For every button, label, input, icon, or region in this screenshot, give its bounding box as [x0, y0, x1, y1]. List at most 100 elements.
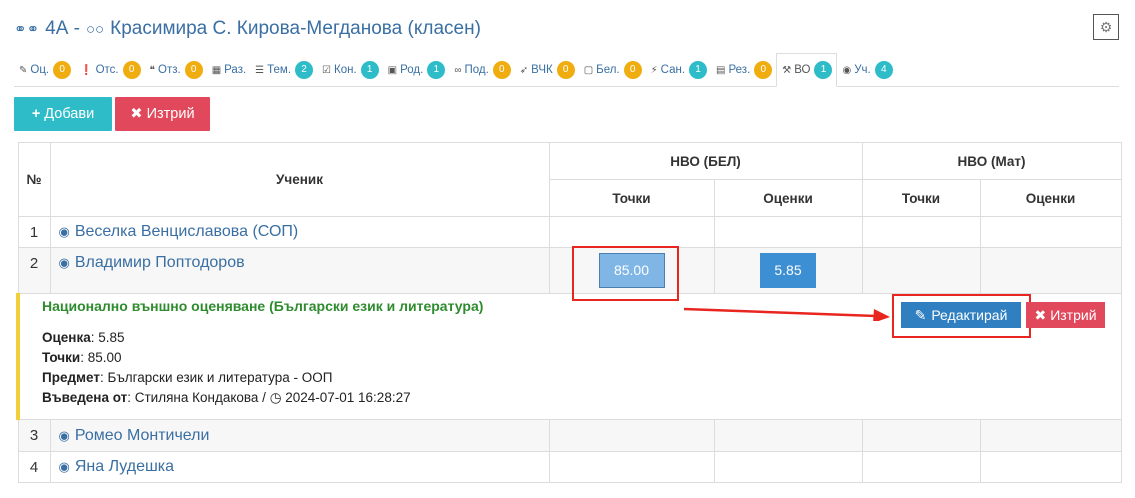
tab-1[interactable]: ❗ Отс. 0 [75, 54, 144, 86]
delete-button[interactable]: ✖ Изтрий [115, 97, 210, 131]
close-icon: ✖ [130, 106, 143, 122]
tab-label: Отс. [95, 64, 119, 76]
tab-6[interactable]: ▣ Род. 1 [383, 54, 450, 86]
detail-entered-by: Въведена от: Стиляна Кондакова / ◷ 2024-… [42, 388, 1121, 408]
table-row: 2 ◉ Владимир Поптодоров 85.00 5.85 [17, 247, 1122, 294]
table-row: 3 ◉ Ромео Монтичели [17, 419, 1122, 452]
pencil-icon: ✎ [19, 64, 28, 76]
tab-8[interactable]: ➶ ВЧК 0 [515, 54, 579, 86]
document-icon: ▤ [716, 64, 726, 76]
delete-entry-label: Изтрий [1050, 307, 1097, 323]
tab-10[interactable]: ⚡ Сан. 1 [646, 54, 711, 86]
tab-label: Бел. [596, 64, 620, 76]
edit-button[interactable]: ✎ Редактирай [901, 302, 1021, 328]
tab-label: ВО [794, 64, 811, 76]
edit-icon: ✎ [914, 306, 927, 323]
tab-count-badge: 0 [492, 61, 511, 79]
tab-count-badge: 1 [814, 61, 833, 79]
tab-count-badge: 1 [427, 61, 446, 79]
student-name: Яна Лудешка [74, 458, 175, 475]
detail-points-value: : 85.00 [80, 349, 122, 365]
mat-grade-cell[interactable] [979, 247, 1122, 294]
col-num: № [17, 142, 51, 217]
bel-points-cell[interactable] [548, 451, 715, 483]
tab-12[interactable]: ⚒ ВО 1 [776, 53, 838, 87]
detail-grade-label: Оценка [42, 329, 91, 345]
tab-7[interactable]: ∞ Под. 0 [449, 54, 514, 86]
settings-button[interactable]: ⚙ [1093, 14, 1119, 40]
col-group-bel: НВО (БЕЛ) [548, 142, 863, 180]
tab-label: Оц. [30, 64, 50, 76]
tab-5[interactable]: ☑ Кон. 1 [317, 54, 383, 86]
tab-label: Тем. [267, 64, 292, 76]
group-icon: ⚭⚭ [14, 21, 40, 38]
tab-9[interactable]: ▢ Бел. 0 [579, 54, 646, 86]
col-group-mat: НВО (Мат) [861, 142, 1122, 180]
detail-timestamp: 2024-07-01 16:28:27 [285, 389, 411, 405]
bel-points-cell[interactable] [548, 419, 715, 452]
row-number: 3 [17, 419, 51, 452]
tab-label: Род. [400, 64, 424, 76]
tab-0[interactable]: ✎ Оц. 0 [14, 54, 75, 86]
bel-points-cell[interactable] [548, 216, 715, 248]
delete-button-label: Изтрий [146, 106, 195, 122]
bel-grade-cell[interactable] [713, 216, 863, 248]
tab-count-badge: 0 [556, 61, 575, 79]
mat-grade-cell[interactable] [979, 419, 1122, 452]
detail-points-label: Точки [42, 349, 81, 365]
tab-bar: ✎ Оц. 0 ❗ Отс. 0 ❝ Отз. 0 ▦ Раз. ☰ Тем. 2 ☑ Кон. 1 ▣ Род. 1… [14, 52, 1119, 87]
edit-button-label: Редактирай [931, 307, 1008, 323]
student-link[interactable]: ◉ Яна Лудешка [49, 451, 550, 483]
mat-grade-cell[interactable] [979, 451, 1122, 483]
tab-4[interactable]: ☰ Тем. 2 [250, 54, 317, 86]
student-link[interactable]: ◉ Владимир Поптодоров [49, 247, 550, 294]
glasses-icon: ○○ [86, 20, 105, 38]
mat-points-cell[interactable] [861, 247, 981, 294]
tab-label: ВЧК [531, 64, 553, 76]
col-bel-grades: Оценки [713, 179, 863, 217]
student-link[interactable]: ◉ Ромео Монтичели [49, 419, 550, 452]
detail-points: Точки: 85.00 [42, 348, 1121, 368]
tab-count-badge: 0 [754, 61, 773, 79]
note-icon: ▢ [583, 64, 594, 76]
plus-icon: + [31, 106, 41, 122]
tab-label: Сан. [660, 64, 686, 76]
student-icon: ◉ [58, 224, 70, 239]
exclamation-icon: ❗ [80, 64, 93, 76]
grade-badge[interactable]: 5.85 [760, 253, 816, 288]
tab-label: Рез. [728, 64, 751, 76]
handshake-icon: ∞ [454, 64, 462, 76]
detail-subject-value: : Български език и литература - ООП [99, 369, 333, 385]
mat-points-cell[interactable] [861, 216, 981, 248]
tab-3[interactable]: ▦ Раз. [207, 54, 250, 86]
tab-2[interactable]: ❝ Отз. 0 [145, 54, 207, 86]
tab-count-badge: 2 [295, 61, 314, 79]
tab-label: Отз. [158, 64, 181, 76]
bolt-icon: ⚡ [650, 64, 658, 76]
student-link[interactable]: ◉ Веселка Венциславова (СОП) [49, 216, 550, 248]
clock-icon: ◷ [269, 389, 282, 405]
bel-grade-cell[interactable] [713, 451, 863, 483]
detail-entered-label: Въведена от [42, 389, 128, 405]
mat-points-cell[interactable] [861, 419, 981, 452]
tab-label: Раз. [224, 64, 247, 76]
add-button[interactable]: + Добави [14, 97, 112, 131]
detail-grade-value: : 5.85 [90, 329, 125, 345]
col-mat-grades: Оценки [979, 179, 1122, 217]
mat-grade-cell[interactable] [979, 216, 1122, 248]
highlight-frame-points [572, 246, 679, 301]
detail-subject: Предмет: Български език и литература - О… [42, 368, 1121, 388]
tab-label: Уч. [854, 64, 871, 76]
mat-points-cell[interactable] [861, 451, 981, 483]
bel-grade-cell[interactable] [713, 419, 863, 452]
class-label: 4А - [45, 18, 80, 39]
student-name: Ромео Монтичели [74, 426, 210, 444]
student-icon: ◉ [58, 255, 70, 270]
tab-label: Кон. [334, 64, 357, 76]
table-row: 1 ◉ Веселка Венциславова (СОП) [17, 216, 1122, 248]
tab-13[interactable]: ◉ Уч. 4 [837, 54, 896, 86]
annotation-arrow [684, 307, 890, 321]
delete-entry-button[interactable]: ✖ Изтрий [1026, 302, 1105, 328]
detail-entered-value: : Стиляна Кондакова / [127, 389, 266, 405]
tab-11[interactable]: ▤ Рез. 0 [711, 54, 776, 86]
